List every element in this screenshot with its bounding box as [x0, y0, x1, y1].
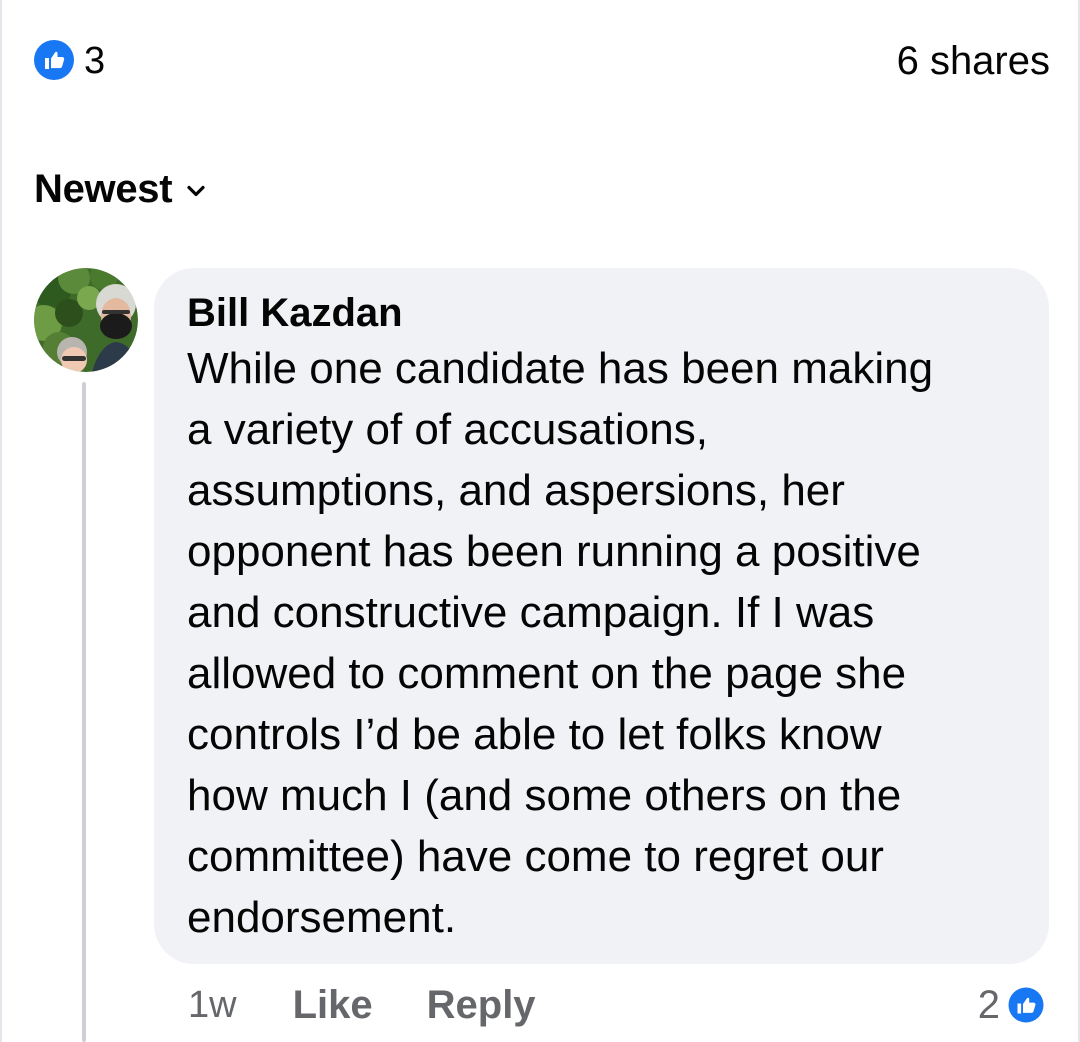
like-reaction-icon: [1006, 985, 1046, 1025]
shares-count[interactable]: 6 shares: [897, 38, 1050, 84]
post-comments-panel: 3 6 shares Newest Bill Kazdan While one …: [0, 0, 1080, 1042]
avatar[interactable]: [34, 268, 138, 372]
comment-text: While one candidate has been making a va…: [187, 344, 934, 942]
profile-photo-icon: [34, 268, 138, 372]
comment-sort-dropdown[interactable]: Newest: [34, 165, 206, 213]
comment-author[interactable]: Bill Kazdan: [187, 288, 1019, 338]
reactions-row: 3 6 shares: [34, 38, 1050, 86]
sort-label: Newest: [34, 166, 173, 211]
comment-timestamp[interactable]: 1w: [188, 984, 237, 1027]
comment-reactions[interactable]: 2: [978, 980, 1046, 1030]
comment-bubble: Bill Kazdan While one candidate has been…: [154, 268, 1049, 964]
like-reaction-icon[interactable]: [34, 40, 74, 80]
like-button[interactable]: Like: [293, 983, 373, 1028]
reaction-count[interactable]: 3: [84, 38, 105, 84]
comment-actions: 1w Like Reply: [188, 980, 536, 1030]
chevron-down-icon: [187, 185, 205, 197]
thread-line: [82, 382, 86, 1042]
reply-button[interactable]: Reply: [427, 983, 536, 1028]
comment-reaction-count: 2: [977, 982, 1000, 1027]
